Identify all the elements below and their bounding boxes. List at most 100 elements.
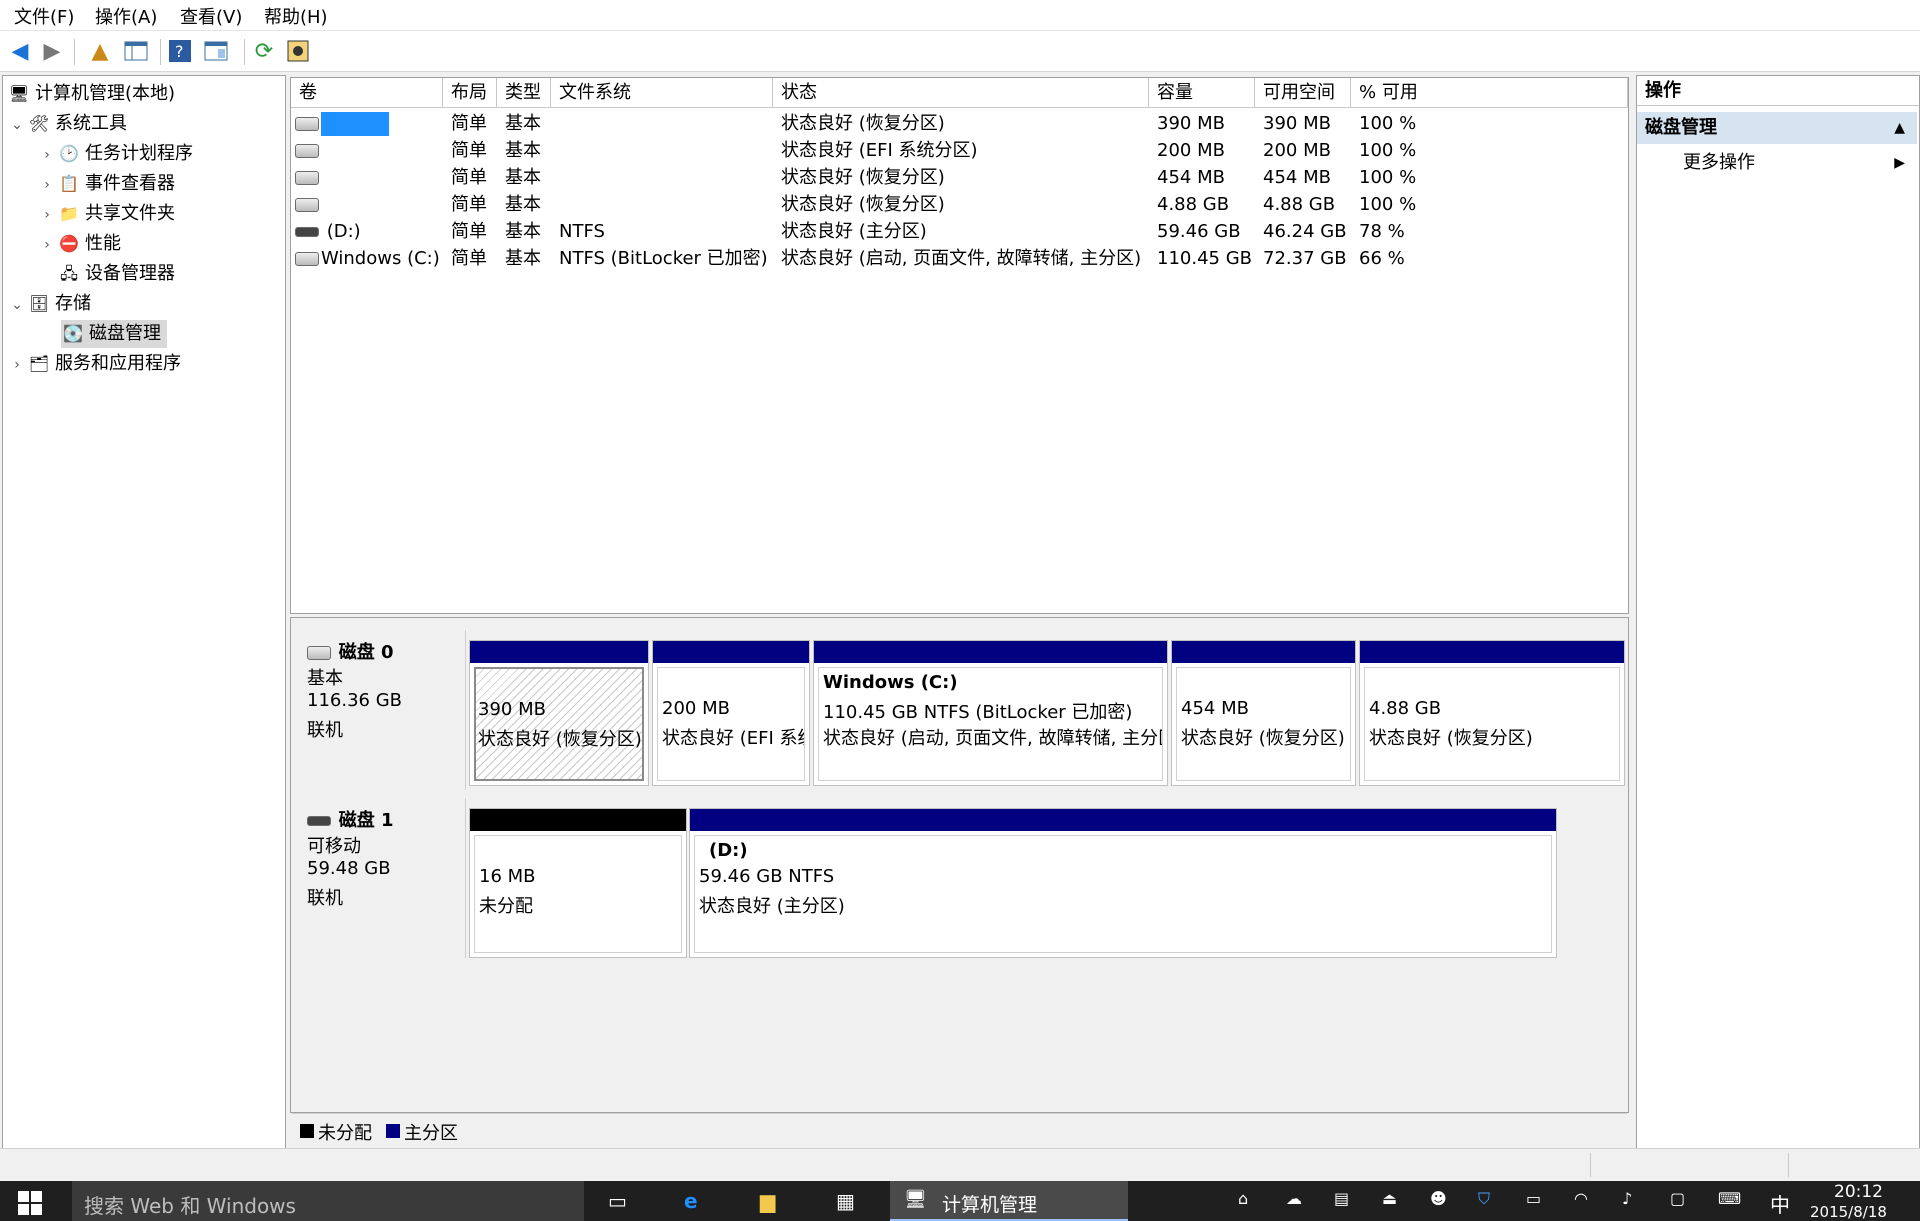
column-header-free-space[interactable]: 可用空间: [1255, 78, 1351, 108]
usb-icon[interactable]: ⌂: [1238, 1189, 1248, 1208]
chevron-down-icon[interactable]: ⌄: [7, 111, 27, 139]
partition-recovery-390mb[interactable]: 390 MB 状态良好 (恢复分区): [469, 640, 649, 786]
shield-icon[interactable]: ⛉: [1478, 1189, 1490, 1209]
tree-item-computer-management[interactable]: 🖥 计算机管理(本地): [7, 80, 175, 108]
battery-icon[interactable]: ▭: [1526, 1189, 1541, 1208]
table-row[interactable]: Windows (C:) 简单 基本 NTFS (BitLocker 已加密) …: [291, 245, 1628, 272]
event-log-icon: 📋: [59, 174, 79, 193]
column-header-type[interactable]: 类型: [497, 78, 551, 108]
menu-view[interactable]: 查看(V): [180, 3, 242, 29]
up-folder-icon[interactable]: ▲: [86, 37, 114, 65]
refresh-icon[interactable]: ⟳: [250, 37, 278, 65]
menu-action[interactable]: 操作(A): [95, 3, 157, 29]
chevron-right-icon[interactable]: ›: [37, 201, 57, 229]
tree-item-task-scheduler[interactable]: › 🕑 任务计划程序: [37, 140, 193, 168]
partition-recovery-4-88gb[interactable]: 4.88 GB 状态良好 (恢复分区): [1359, 640, 1625, 786]
tray-app-icon[interactable]: ▤: [1334, 1189, 1349, 1208]
svg-text:?: ?: [175, 42, 184, 61]
column-header-filesystem[interactable]: 文件系统: [551, 78, 773, 108]
partition-d[interactable]: (D:) 59.46 GB NTFS 状态良好 (主分区): [689, 808, 1557, 958]
navigation-tree: 🖥 计算机管理(本地) ⌄ 🛠 系统工具 › 🕑 任务计划程序 › 📋 事件查看器 › 📁 共享文…: [2, 75, 286, 1149]
store-icon[interactable]: ▦: [836, 1189, 855, 1213]
disk-0-info[interactable]: 磁盘 0 基本 116.36 GB 联机: [293, 630, 466, 790]
menu-bar: 文件(F) 操作(A) 查看(V) 帮助(H): [0, 0, 1920, 31]
disk-1-name: 磁盘 1: [338, 810, 394, 831]
disk-graphical-view: 磁盘 0 基本 116.36 GB 联机 390 MB 状态良好 (恢复分区) …: [290, 617, 1629, 1113]
chevron-right-icon[interactable]: ›: [7, 351, 27, 379]
performance-icon: ⛔: [59, 234, 79, 253]
taskbar: 搜索 Web 和 Windows ▭ e ▆ ▦ 🖥 计算机管理 ⌂ ☁ ▤ ⏏…: [0, 1181, 1920, 1221]
legend: 未分配 主分区: [292, 1113, 1627, 1147]
cloud-icon[interactable]: ☁: [1286, 1189, 1302, 1208]
tree-item-services-apps[interactable]: › 🗂 服务和应用程序: [7, 350, 181, 378]
edge-browser-icon[interactable]: e: [684, 1189, 698, 1213]
forward-arrow-icon[interactable]: ▶: [38, 37, 66, 65]
ime-indicator[interactable]: 中: [1770, 1189, 1790, 1218]
table-row[interactable]: 简单 基本 状态良好 (EFI 系统分区) 200 MB 200 MB 100 …: [291, 137, 1628, 164]
chevron-right-icon[interactable]: ›: [37, 171, 57, 199]
tree-item-device-manager[interactable]: 🖧 设备管理器: [57, 260, 175, 288]
partition-recovery-454mb[interactable]: 454 MB 状态良好 (恢复分区): [1171, 640, 1356, 786]
column-header-percent-free[interactable]: % 可用: [1351, 78, 1628, 108]
show-hide-tree-icon[interactable]: [122, 37, 150, 65]
qq-icon[interactable]: ☻: [1430, 1189, 1447, 1208]
removable-disk-icon: [307, 816, 331, 826]
partition-efi-200mb[interactable]: 200 MB 状态良好 (EFI 系统分区): [652, 640, 810, 786]
volume-icon: [295, 144, 319, 158]
clock[interactable]: 20:12 2015/8/18: [1806, 1181, 1918, 1221]
volume-speaker-icon[interactable]: ♪: [1622, 1189, 1632, 1208]
taskbar-search-box[interactable]: 搜索 Web 和 Windows: [72, 1181, 584, 1221]
volume-icon: [295, 171, 319, 185]
chevron-right-icon[interactable]: ›: [37, 141, 57, 169]
table-row[interactable]: 简单 基本 状态良好 (恢复分区) 390 MB 390 MB 100 %: [291, 110, 1628, 137]
table-row[interactable]: (D:) 简单 基本 NTFS 状态良好 (主分区) 59.46 GB 46.2…: [291, 218, 1628, 245]
tree-item-storage[interactable]: ⌄ 🗄 存储: [7, 290, 91, 318]
keyboard-icon[interactable]: ⌨: [1718, 1189, 1741, 1208]
legend-primary: 主分区: [404, 1123, 458, 1144]
partition-windows-c[interactable]: Windows (C:) 110.45 GB NTFS (BitLocker 已…: [813, 640, 1168, 786]
tree-item-disk-management[interactable]: 💽 磁盘管理: [61, 320, 167, 348]
menu-help[interactable]: 帮助(H): [264, 3, 328, 29]
windows-start-icon[interactable]: [18, 1191, 42, 1220]
device-manager-icon: 🖧: [60, 264, 78, 283]
tree-item-system-tools[interactable]: ⌄ 🛠 系统工具: [7, 110, 127, 138]
tree-item-shared-folders[interactable]: › 📁 共享文件夹: [37, 200, 175, 228]
properties-icon[interactable]: [202, 37, 230, 65]
tree-item-event-viewer[interactable]: › 📋 事件查看器: [37, 170, 175, 198]
action-center-icon[interactable]: ▢: [1670, 1189, 1685, 1208]
wifi-icon[interactable]: ◠: [1574, 1189, 1588, 1208]
safely-remove-icon[interactable]: ⏏: [1382, 1189, 1397, 1208]
selected-volume-name[interactable]: [321, 112, 389, 136]
column-header-status[interactable]: 状态: [773, 78, 1149, 108]
status-bar: [0, 1148, 1920, 1181]
tools-icon: 🛠: [28, 114, 50, 133]
partition-unallocated-16mb[interactable]: 16 MB 未分配: [469, 808, 687, 958]
task-view-icon[interactable]: ▭: [608, 1189, 627, 1213]
column-header-volume[interactable]: 卷: [291, 78, 443, 108]
taskbar-app-computer-management[interactable]: 🖥 计算机管理: [890, 1181, 1128, 1221]
primary-swatch: [386, 1124, 400, 1138]
collapse-up-icon[interactable]: ▲: [1894, 112, 1905, 144]
chevron-right-icon[interactable]: ›: [37, 231, 57, 259]
file-explorer-icon[interactable]: ▆: [760, 1189, 775, 1213]
tree-item-performance[interactable]: › ⛔ 性能: [37, 230, 121, 258]
chevron-down-icon[interactable]: ⌄: [7, 291, 27, 319]
column-header-capacity[interactable]: 容量: [1149, 78, 1255, 108]
volume-icon: [295, 198, 319, 212]
removable-volume-icon: [295, 227, 319, 237]
disk-properties-icon[interactable]: [284, 37, 312, 65]
volume-icon: [295, 117, 319, 131]
table-row[interactable]: 简单 基本 状态良好 (恢复分区) 454 MB 454 MB 100 %: [291, 164, 1628, 191]
back-arrow-icon[interactable]: ◀: [6, 37, 34, 65]
table-row[interactable]: 简单 基本 状态良好 (恢复分区) 4.88 GB 4.88 GB 100 %: [291, 191, 1628, 218]
search-placeholder: 搜索 Web 和 Windows: [84, 1194, 296, 1218]
help-icon[interactable]: ?: [166, 37, 194, 65]
clock-icon: 🕑: [59, 144, 79, 163]
disk-1-info[interactable]: 磁盘 1 可移动 59.48 GB 联机: [293, 798, 466, 958]
more-actions-item[interactable]: 更多操作 ▶: [1637, 148, 1917, 178]
menu-file[interactable]: 文件(F): [14, 3, 74, 29]
actions-pane: 操作 磁盘管理 ▲ 更多操作 ▶: [1636, 75, 1920, 1149]
actions-section-disk-management[interactable]: 磁盘管理 ▲: [1637, 112, 1917, 144]
storage-icon: 🗄: [28, 294, 50, 313]
column-header-layout[interactable]: 布局: [443, 78, 497, 108]
